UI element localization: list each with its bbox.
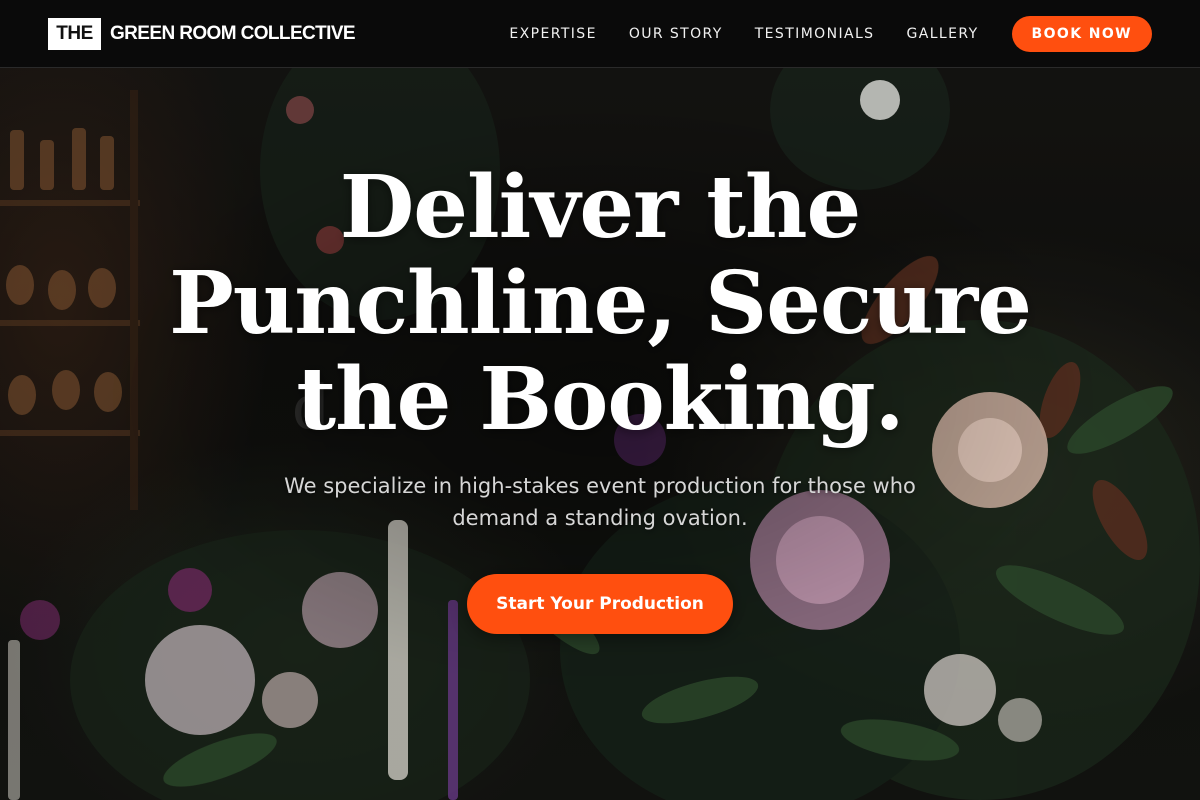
hero-section: Deliver the Punchline, Secure the Bookin… (0, 160, 1200, 634)
nav-link-our-story[interactable]: OUR STORY (629, 26, 723, 42)
hero-headline: Deliver the Punchline, Secure the Bookin… (169, 157, 1032, 450)
logo-text: GREEN ROOM COLLECTIVE (110, 22, 356, 44)
nav-link-testimonials[interactable]: TESTIMONIALS (755, 26, 875, 42)
start-production-button[interactable]: Start Your Production (467, 574, 733, 634)
book-now-button[interactable]: BOOK NOW (1011, 15, 1152, 52)
nav-link-gallery[interactable]: GALLERY (906, 26, 978, 42)
main-nav: EXPERTISE OUR STORY TESTIMONIALS GALLERY… (509, 15, 1152, 52)
brand-logo[interactable]: THE GREEN ROOM COLLECTIVE (48, 17, 356, 50)
logo-box: THE (48, 17, 101, 50)
nav-link-expertise[interactable]: EXPERTISE (509, 26, 596, 42)
hero-subtext: We specialize in high-stakes event produ… (284, 474, 916, 530)
site-header: THE GREEN ROOM COLLECTIVE EXPERTISE OUR … (0, 0, 1200, 68)
